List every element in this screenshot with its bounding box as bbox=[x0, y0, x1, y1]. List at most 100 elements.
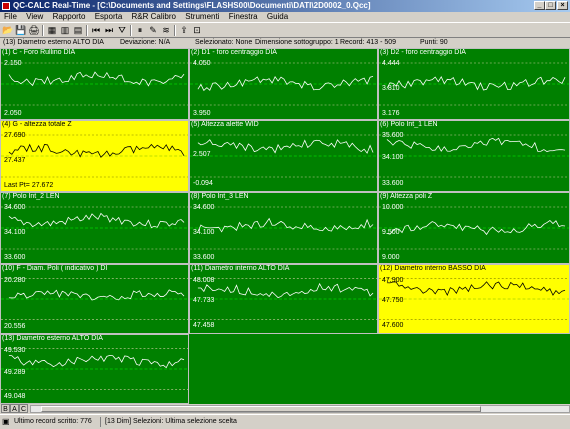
export-icon[interactable]: ⇪ bbox=[178, 24, 190, 36]
chart-panel-13[interactable]: (13) Diametro esterno ALTO DIA 49.530 49… bbox=[0, 334, 189, 404]
toolbar: 📂 💾 🖨 ▦ ▥ ▤ ⏮ ⏭ ⛛ ⏸ ✎ ≋ ⇪ ⊡ bbox=[0, 22, 570, 38]
chart-panel-8-plot bbox=[190, 206, 377, 250]
close-button[interactable]: × bbox=[557, 1, 568, 10]
chart-panel-5-plot bbox=[190, 134, 377, 178]
chart-title: (10) F - Diam. Poli ( indicativo ) DI bbox=[2, 265, 108, 272]
lower-limit-label: 3.176 bbox=[382, 110, 400, 117]
chart-title: (11) Diametro interno ALTO DIA bbox=[191, 265, 290, 272]
status-icon: ▣ bbox=[2, 417, 10, 426]
menu-rapporto[interactable]: Rapporto bbox=[53, 12, 86, 21]
chart-panel-11[interactable]: (11) Diametro interno ALTO DIA 48.008 47… bbox=[189, 264, 378, 334]
menu-guida[interactable]: Guida bbox=[267, 12, 288, 21]
measurement-trace bbox=[197, 139, 374, 154]
gauge-icon[interactable]: ⊡ bbox=[191, 24, 203, 36]
last-record-status: Ultimo record scritto: 776 bbox=[14, 418, 92, 425]
menu-esporta[interactable]: Esporta bbox=[95, 12, 123, 21]
chart-panel-5[interactable]: (5) Altezza alette WID 2.507 -0.094 bbox=[189, 120, 378, 192]
menu-rr-calibro[interactable]: R&R Calibro bbox=[132, 12, 176, 21]
chart-panel-6[interactable]: (6) Polo Int_1 LEN 35.600 34.100 33.600 bbox=[378, 120, 570, 192]
open-icon[interactable]: 📂 bbox=[2, 24, 14, 36]
nominal-label: 34.100 bbox=[382, 154, 404, 161]
nominal-label: 27.437 bbox=[4, 157, 26, 164]
upper-limit-label: 4.444 bbox=[382, 60, 400, 67]
upper-limit-label: 2.150 bbox=[4, 60, 22, 67]
chart-panel-1[interactable]: (1) C - Foro Rullino DIA 2.150 2.050 bbox=[0, 48, 189, 120]
maximize-button[interactable]: □ bbox=[545, 1, 556, 10]
scrollbar-thumb[interactable] bbox=[41, 406, 481, 412]
measurement-trace bbox=[8, 212, 185, 229]
tab-c[interactable]: C bbox=[19, 404, 28, 413]
minimize-button[interactable]: _ bbox=[534, 1, 545, 10]
chart-panel-13-plot bbox=[1, 348, 188, 390]
chart-title: (2) D1 - foro centraggio DIA bbox=[191, 49, 277, 56]
lower-limit-label: 33.600 bbox=[4, 254, 26, 261]
chart-panel-3-plot bbox=[379, 62, 569, 106]
edit-icon[interactable]: ✎ bbox=[147, 24, 159, 36]
chart-title: (7) Polo Int_2 LEN bbox=[2, 193, 60, 200]
menu-file[interactable]: File bbox=[4, 12, 17, 21]
chart-title: (5) Altezza alette WID bbox=[191, 121, 259, 128]
lower-limit-label: 47.600 bbox=[382, 322, 404, 329]
menu-finestra[interactable]: Finestra bbox=[229, 12, 258, 21]
chart-panel-4-plot bbox=[1, 134, 188, 178]
table-icon[interactable]: ▤ bbox=[72, 24, 84, 36]
nominal-label: 2.507 bbox=[193, 151, 211, 158]
measurement-trace bbox=[386, 281, 566, 297]
lower-limit-label: 33.600 bbox=[193, 254, 215, 261]
print-icon[interactable]: 🖨 bbox=[28, 24, 40, 36]
chart-panel-9[interactable]: (9) Altezza poli Z 10.000 9.500 9.000 bbox=[378, 192, 570, 264]
chart-panel-7[interactable]: (7) Polo Int_2 LEN 34.600 34.100 33.600 bbox=[0, 192, 189, 264]
pause-icon[interactable]: ⏸ bbox=[134, 24, 146, 36]
menu-view[interactable]: View bbox=[26, 12, 43, 21]
chart-panel-10-plot bbox=[1, 278, 188, 320]
lower-limit-label: 20.556 bbox=[4, 323, 26, 330]
current-dimension: (13) Diametro esterno ALTO DIA bbox=[3, 39, 104, 46]
first-record-icon[interactable]: ⏮ bbox=[90, 24, 102, 36]
chart-title: (9) Altezza poli Z bbox=[380, 193, 433, 200]
chart-icon[interactable]: ▦ bbox=[46, 24, 58, 36]
horizontal-scrollbar[interactable] bbox=[30, 405, 570, 413]
upper-limit-label: 48.008 bbox=[193, 277, 215, 284]
chart-panel-12-plot bbox=[379, 278, 569, 320]
chart-panel-10[interactable]: (10) F - Diam. Poli ( indicativo ) DI 20… bbox=[0, 264, 189, 334]
chart-panel-2-plot bbox=[190, 62, 377, 106]
lower-limit-label: 49.048 bbox=[4, 393, 26, 400]
spc-icon[interactable]: ≋ bbox=[160, 24, 172, 36]
subgroup-label: Dimensione sottogruppo: 1 bbox=[255, 39, 339, 46]
nominal-label: 49.289 bbox=[4, 369, 26, 376]
chart-title: (12) Diametro interno BASSO DIA bbox=[380, 265, 486, 272]
app-icon bbox=[2, 2, 10, 10]
last-point-label: Last Pt= 27.672 bbox=[4, 182, 54, 189]
upper-limit-label: 49.530 bbox=[4, 347, 26, 354]
measurement-trace bbox=[197, 75, 374, 92]
save-icon[interactable]: 💾 bbox=[15, 24, 27, 36]
selection-status: [13 Dim] Selezioni: Ultima selezione sce… bbox=[105, 418, 237, 425]
filter-icon[interactable]: ⛛ bbox=[116, 24, 128, 36]
chart-panel-8[interactable]: (8) Polo Int_3 LEN 34.600 34.100 33.600 bbox=[189, 192, 378, 264]
tab-b[interactable]: B bbox=[1, 404, 10, 413]
dimension-info-bar: (13) Diametro esterno ALTO DIA Deviazion… bbox=[0, 38, 570, 48]
chart-title: (3) D2 - foro centraggio DIA bbox=[380, 49, 466, 56]
menu-strumenti[interactable]: Strumenti bbox=[185, 12, 219, 21]
lower-limit-label: 3.950 bbox=[193, 110, 211, 117]
chart-panel-11-plot bbox=[190, 278, 377, 320]
histogram-icon[interactable]: ▥ bbox=[59, 24, 71, 36]
upper-limit-label: 34.600 bbox=[4, 204, 26, 211]
record-range-label: Record: 413 - 509 bbox=[340, 39, 397, 46]
chart-panel-12[interactable]: (12) Diametro interno BASSO DIA 47.900 4… bbox=[378, 264, 570, 334]
chart-panel-3[interactable]: (3) D2 - foro centraggio DIA 4.444 3.810… bbox=[378, 48, 570, 120]
upper-limit-label: 20.280 bbox=[4, 277, 26, 284]
lower-limit-label: 33.600 bbox=[382, 180, 404, 187]
tab-a[interactable]: A bbox=[10, 404, 19, 413]
next-record-icon[interactable]: ⏭ bbox=[103, 24, 115, 36]
upper-limit-label: 34.600 bbox=[193, 204, 215, 211]
upper-limit-label: 27.690 bbox=[4, 132, 26, 139]
deviation-label: Deviazione: N/A bbox=[120, 39, 171, 46]
chart-panel-2[interactable]: (2) D1 - foro centraggio DIA 4.050 3.950 bbox=[189, 48, 378, 120]
chart-panel-4[interactable]: (4) G - altezza totale Z 27.690 27.437 L… bbox=[0, 120, 189, 192]
measurement-trace bbox=[197, 282, 374, 299]
chart-panel-7-plot bbox=[1, 206, 188, 250]
chart-panel-9-plot bbox=[379, 206, 569, 250]
upper-limit-label: 10.000 bbox=[382, 204, 404, 211]
measurement-trace bbox=[197, 217, 374, 233]
